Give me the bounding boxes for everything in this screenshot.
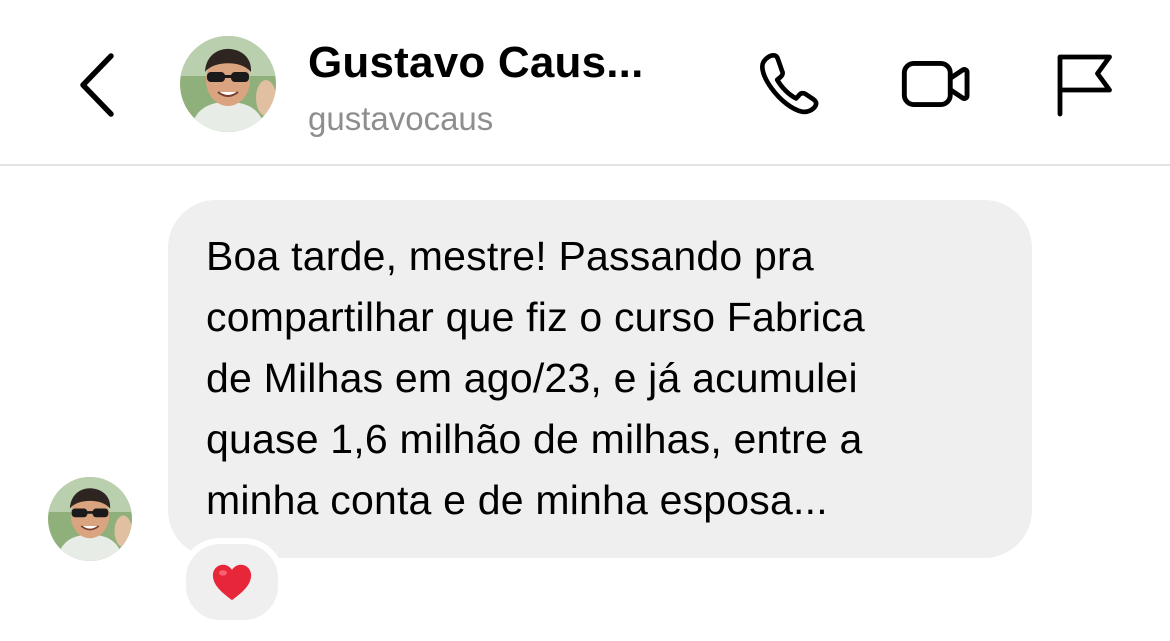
- avatar-photo: [48, 477, 132, 561]
- sender-avatar[interactable]: [48, 477, 132, 561]
- flag-icon: [1057, 54, 1112, 117]
- video-camera-icon: [901, 60, 970, 108]
- audio-call-button[interactable]: [748, 44, 828, 124]
- report-button[interactable]: [1044, 44, 1124, 124]
- phone-icon: [760, 53, 819, 115]
- dm-thread-screen: Gustavo Caus... gustavocaus Boa tarde, m…: [0, 0, 1170, 641]
- chevron-left-icon: [80, 53, 114, 117]
- reaction-badge[interactable]: [180, 538, 284, 626]
- contact-username[interactable]: gustavocaus: [308, 100, 493, 138]
- profile-avatar[interactable]: [180, 36, 276, 132]
- message-bubble[interactable]: Boa tarde, mestre! Passando pra comparti…: [168, 200, 1032, 558]
- heart-icon: [212, 564, 252, 601]
- back-button[interactable]: [62, 40, 132, 130]
- avatar-photo: [180, 36, 276, 132]
- message-text: Boa tarde, mestre! Passando pra comparti…: [206, 233, 865, 523]
- contact-name[interactable]: Gustavo Caus...: [308, 38, 644, 88]
- video-call-button[interactable]: [896, 44, 976, 124]
- thread-header: Gustavo Caus... gustavocaus: [0, 0, 1170, 166]
